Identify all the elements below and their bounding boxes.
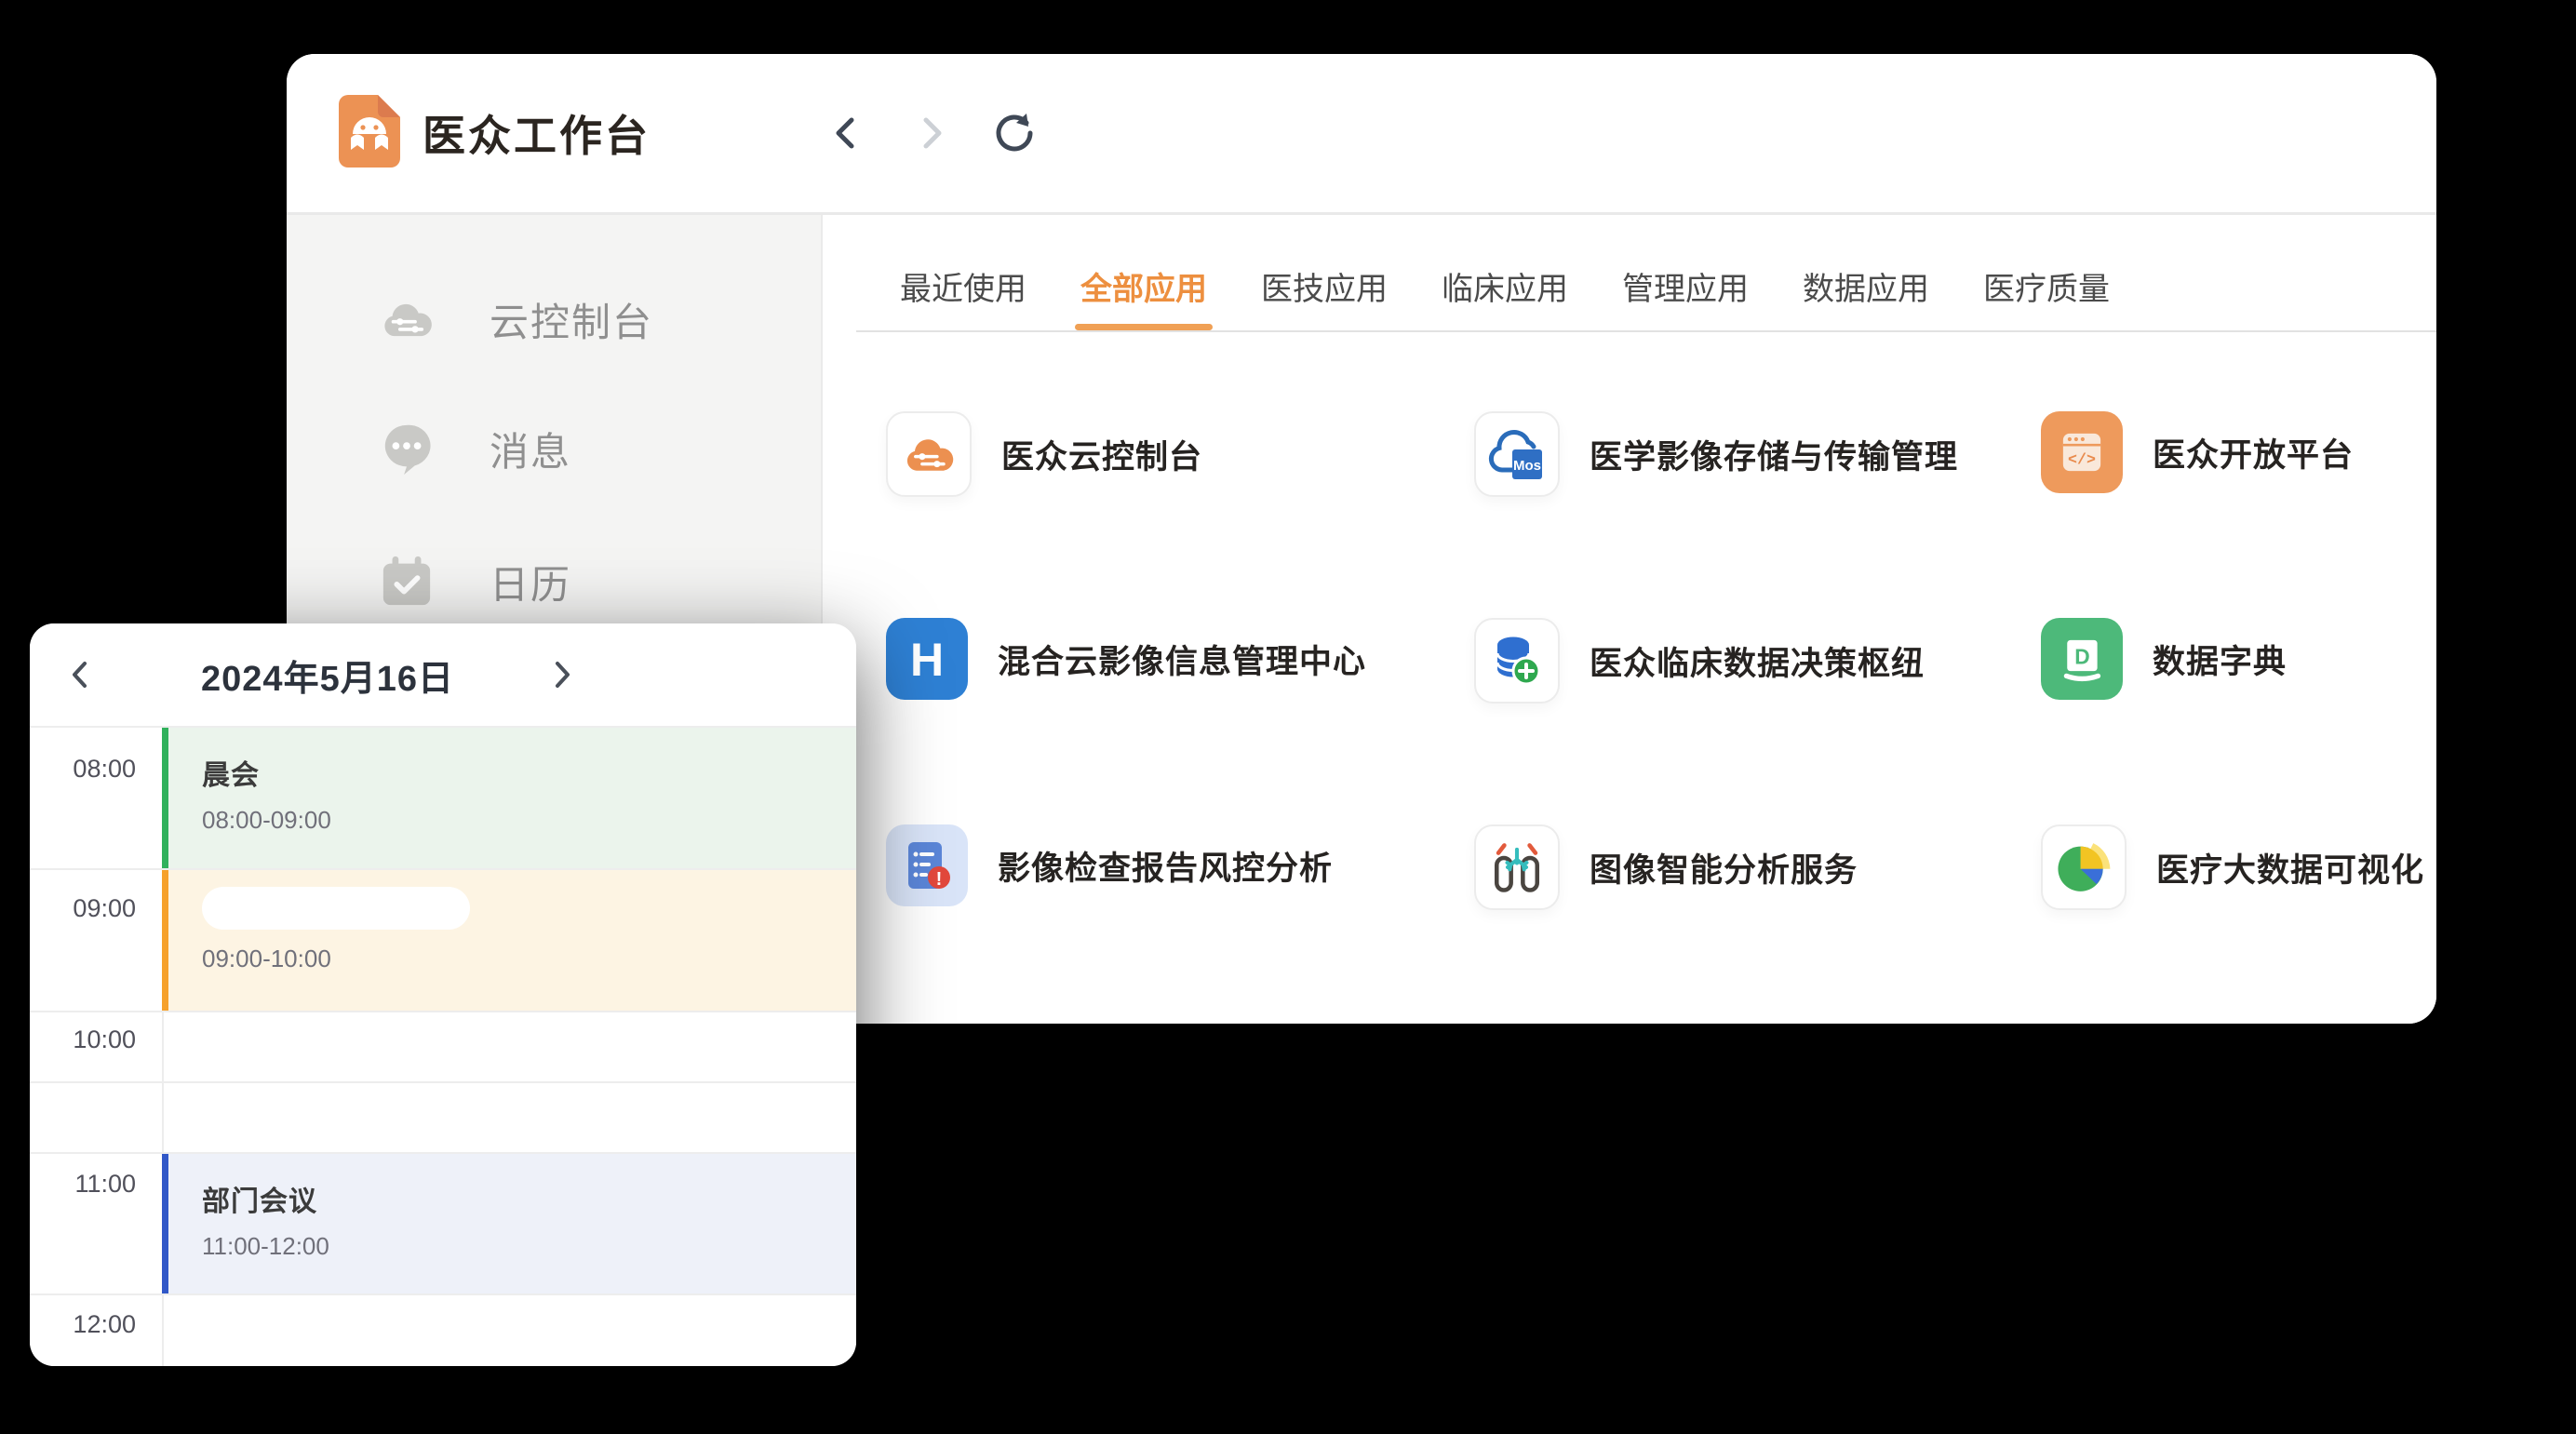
tab-admin-apps[interactable]: 管理应用	[1622, 269, 1749, 330]
cloud-settings-icon	[380, 292, 434, 346]
calendar-header: 2024年5月16日	[30, 623, 856, 728]
app-label: 医学影像存储与传输管理	[1590, 431, 1958, 478]
message-icon	[380, 422, 434, 476]
time-label: 09:00	[30, 894, 136, 923]
tabs-divider	[856, 330, 2436, 332]
app-cloud-console[interactable]: 医众云控制台	[886, 411, 1202, 497]
app-open-platform[interactable]: </> 医众开放平台	[2041, 411, 2354, 493]
hospital-h-icon: H	[886, 618, 968, 700]
database-plus-icon	[1491, 634, 1543, 688]
calendar-panel: 2024年5月16日 08:00 09:00 10:00 11:00 12:00…	[30, 623, 856, 1366]
time-label: 08:00	[30, 755, 136, 784]
calendar-next-day-button[interactable]	[540, 652, 584, 697]
calendar-day-view: 08:00 09:00 10:00 11:00 12:00 晨会 08:00-0…	[30, 728, 856, 1366]
event-department-meeting[interactable]: 部门会议 11:00-12:00	[162, 1154, 856, 1293]
chevron-left-icon	[66, 659, 94, 690]
desktop-background: 医众工作台	[0, 0, 2576, 1434]
calendar-prev-day-button[interactable]	[58, 652, 102, 697]
app-label: 图像智能分析服务	[1590, 844, 1858, 891]
event-title: 部门会议	[202, 1178, 856, 1219]
event-time: 11:00-12:00	[202, 1232, 856, 1261]
cloud-sliders-icon	[902, 433, 956, 476]
app-label: 医众云控制台	[1001, 431, 1202, 478]
chevron-right-icon	[548, 659, 576, 690]
chevron-left-icon	[826, 113, 867, 154]
d-glyph: D	[2074, 644, 2089, 668]
app-label: 医众临床数据决策枢纽	[1590, 637, 1925, 685]
app-big-data-visualization[interactable]: 医疗大数据可视化	[2041, 824, 2424, 910]
cloud-mos-icon: Mos	[1488, 427, 1546, 481]
app-logo-icon	[339, 95, 400, 168]
event-time: 08:00-09:00	[202, 806, 856, 835]
app-data-dictionary[interactable]: D 数据字典	[2041, 618, 2287, 700]
refresh-button[interactable]	[992, 111, 1037, 155]
app-label: 数据字典	[2153, 636, 2287, 683]
event-title: 晨会	[202, 752, 856, 793]
window-header: 医众工作台	[287, 54, 2436, 215]
report-alert-icon: !	[901, 838, 953, 892]
redacted-title-pill	[202, 887, 470, 930]
app-report-risk-analysis[interactable]: ! 影像检查报告风控分析	[886, 824, 1333, 906]
code-glyph: </>	[2068, 450, 2096, 468]
half-hour-gridline	[30, 1081, 856, 1083]
time-label: 11:00	[30, 1170, 136, 1199]
sidebar-item-cloud-console[interactable]: 云控制台	[380, 289, 653, 349]
hour-gridline	[30, 1293, 856, 1295]
forward-button[interactable]	[908, 111, 953, 155]
sidebar-item-label: 云控制台	[490, 291, 653, 348]
app-label: 医众开放平台	[2153, 429, 2354, 476]
app-image-ai-analysis[interactable]: 图像智能分析服务	[1474, 824, 1858, 910]
chevron-right-icon	[910, 113, 951, 154]
time-label: 10:00	[30, 1025, 136, 1054]
event-morning-meeting[interactable]: 晨会 08:00-09:00	[162, 728, 856, 868]
category-tabs: 最近使用 全部应用 医技应用 临床应用 管理应用 数据应用 医疗质量	[900, 269, 2110, 330]
browser-nav	[825, 54, 1037, 212]
app-label: 混合云影像信息管理中心	[998, 636, 1366, 683]
app-launcher-content: 最近使用 全部应用 医技应用 临床应用 管理应用 数据应用 医疗质量	[823, 215, 2436, 1024]
tab-all-apps[interactable]: 全部应用	[1080, 269, 1207, 330]
alert-glyph: !	[936, 869, 943, 890]
app-label: 医疗大数据可视化	[2156, 844, 2424, 891]
app-clinical-data-hub[interactable]: 医众临床数据决策枢纽	[1474, 618, 1925, 704]
refresh-icon	[993, 112, 1036, 154]
sidebar-item-messages[interactable]: 消息	[380, 419, 571, 478]
sidebar-item-label: 日历	[490, 554, 571, 610]
hour-gridline	[30, 1011, 856, 1012]
back-button[interactable]	[825, 111, 869, 155]
mos-badge-text: Mos	[1513, 458, 1541, 474]
event-time: 09:00-10:00	[202, 945, 856, 973]
event-redacted[interactable]: 09:00-10:00	[162, 870, 856, 1011]
app-imaging-storage[interactable]: Mos 医学影像存储与传输管理	[1474, 411, 1958, 497]
app-title: 医众工作台	[423, 54, 651, 212]
calendar-date-title: 2024年5月16日	[132, 623, 523, 726]
sidebar-item-label: 消息	[490, 421, 571, 477]
sidebar-item-calendar[interactable]: 日历	[380, 552, 571, 611]
tab-quality[interactable]: 医疗质量	[1983, 269, 2110, 330]
tab-medtech-apps[interactable]: 医技应用	[1261, 269, 1388, 330]
time-label: 12:00	[30, 1310, 136, 1339]
calendar-icon	[380, 555, 434, 609]
h-glyph: H	[910, 634, 944, 686]
tab-clinical-apps[interactable]: 临床应用	[1442, 269, 1568, 330]
dictionary-book-icon: D	[2056, 633, 2108, 685]
app-hybrid-cloud-imaging[interactable]: H 混合云影像信息管理中心	[886, 618, 1366, 700]
app-label: 影像检查报告风控分析	[998, 842, 1333, 890]
tab-data-apps[interactable]: 数据应用	[1803, 269, 1929, 330]
code-window-icon: </>	[2056, 426, 2108, 478]
lungs-icon	[1490, 839, 1544, 895]
tab-recent[interactable]: 最近使用	[900, 269, 1026, 330]
pie-chart-icon	[2055, 839, 2113, 895]
